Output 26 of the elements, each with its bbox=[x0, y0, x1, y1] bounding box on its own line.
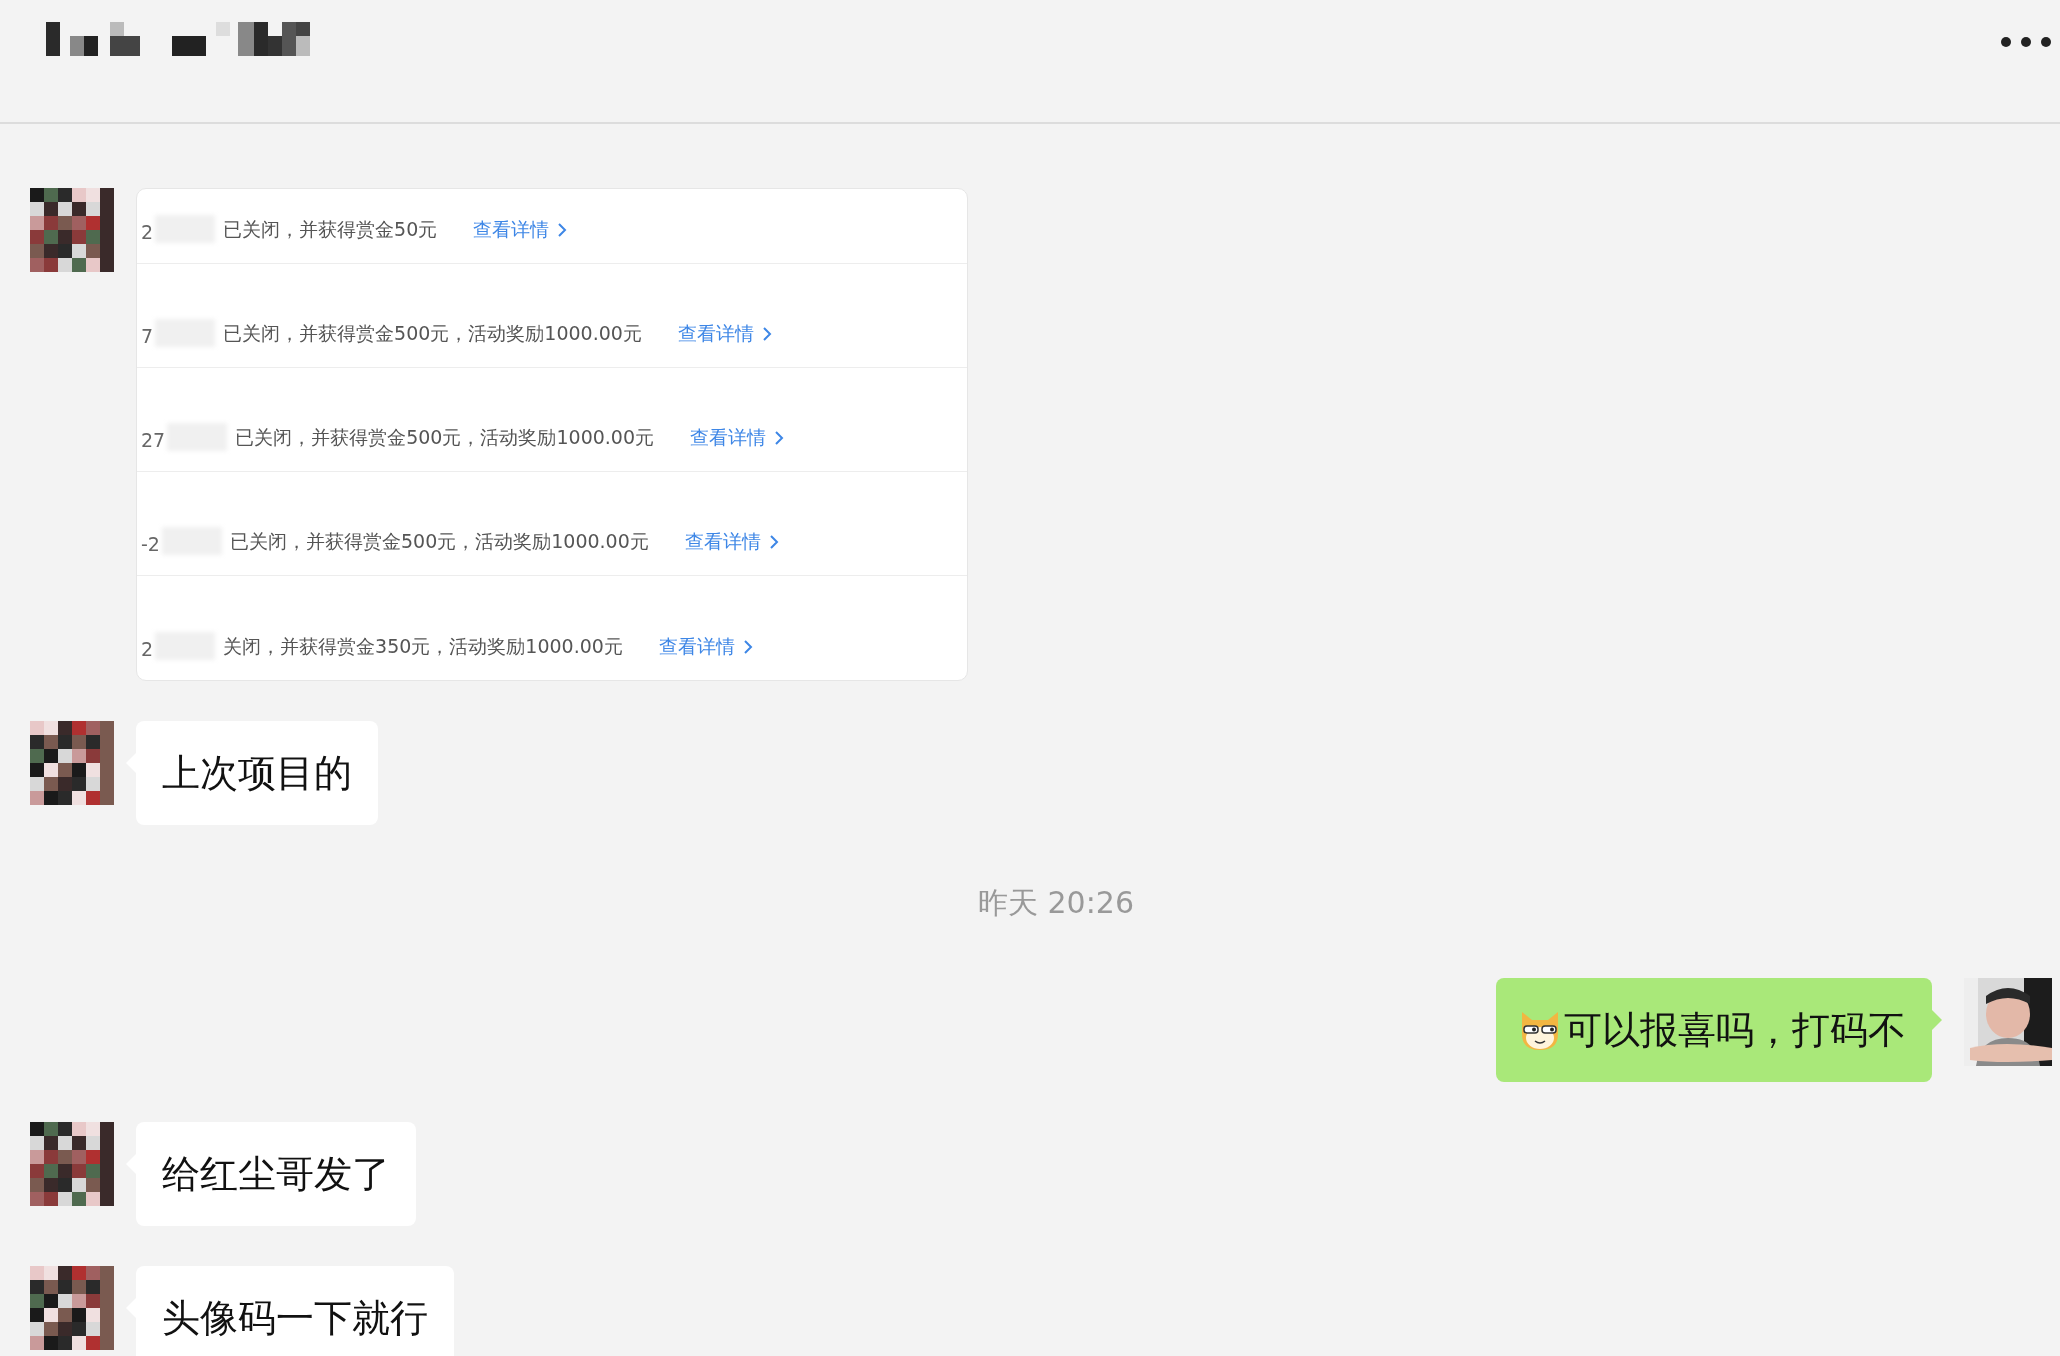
message-text: 给红尘哥发了 bbox=[162, 1150, 390, 1198]
row-prefix: 7 bbox=[141, 325, 154, 347]
message-text: 可以报喜吗，打码不 bbox=[1564, 1006, 1906, 1054]
row-prefix: 27 bbox=[141, 429, 166, 451]
status-text: 已关闭，并获得赏金50元 bbox=[223, 217, 438, 242]
row-prefix: 2 bbox=[141, 638, 154, 660]
details-link[interactable]: 查看详情 bbox=[658, 634, 753, 660]
status-text: 已关闭，并获得赏金500元，活动奖励1000.00元 bbox=[223, 321, 642, 346]
message-text: 头像码一下就行 bbox=[162, 1294, 428, 1342]
timestamp: 昨天 20:26 bbox=[978, 884, 1134, 922]
details-link[interactable]: 查看详情 bbox=[677, 321, 772, 347]
row-prefix: 2 bbox=[141, 221, 154, 243]
chevron-icon bbox=[768, 534, 779, 550]
status-text: 已关闭，并获得赏金500元，活动奖励1000.00元 bbox=[235, 425, 655, 450]
chevron-icon bbox=[761, 326, 772, 342]
details-link[interactable]: 查看详情 bbox=[690, 425, 785, 451]
message-text: 上次项目的 bbox=[162, 749, 352, 797]
chevron-icon bbox=[557, 222, 568, 238]
details-link[interactable]: 查看详情 bbox=[684, 529, 779, 555]
more-icon[interactable] bbox=[2000, 36, 2052, 48]
row-prefix: -2 bbox=[141, 533, 160, 555]
details-link[interactable]: 查看详情 bbox=[473, 217, 568, 243]
status-text: 已关闭，并获得赏金500元，活动奖励1000.00元 bbox=[229, 529, 649, 554]
chevron-icon bbox=[742, 639, 753, 655]
chevron-icon bbox=[774, 430, 785, 446]
status-text: 关闭，并获得赏金350元，活动奖励1000.00元 bbox=[223, 634, 623, 659]
